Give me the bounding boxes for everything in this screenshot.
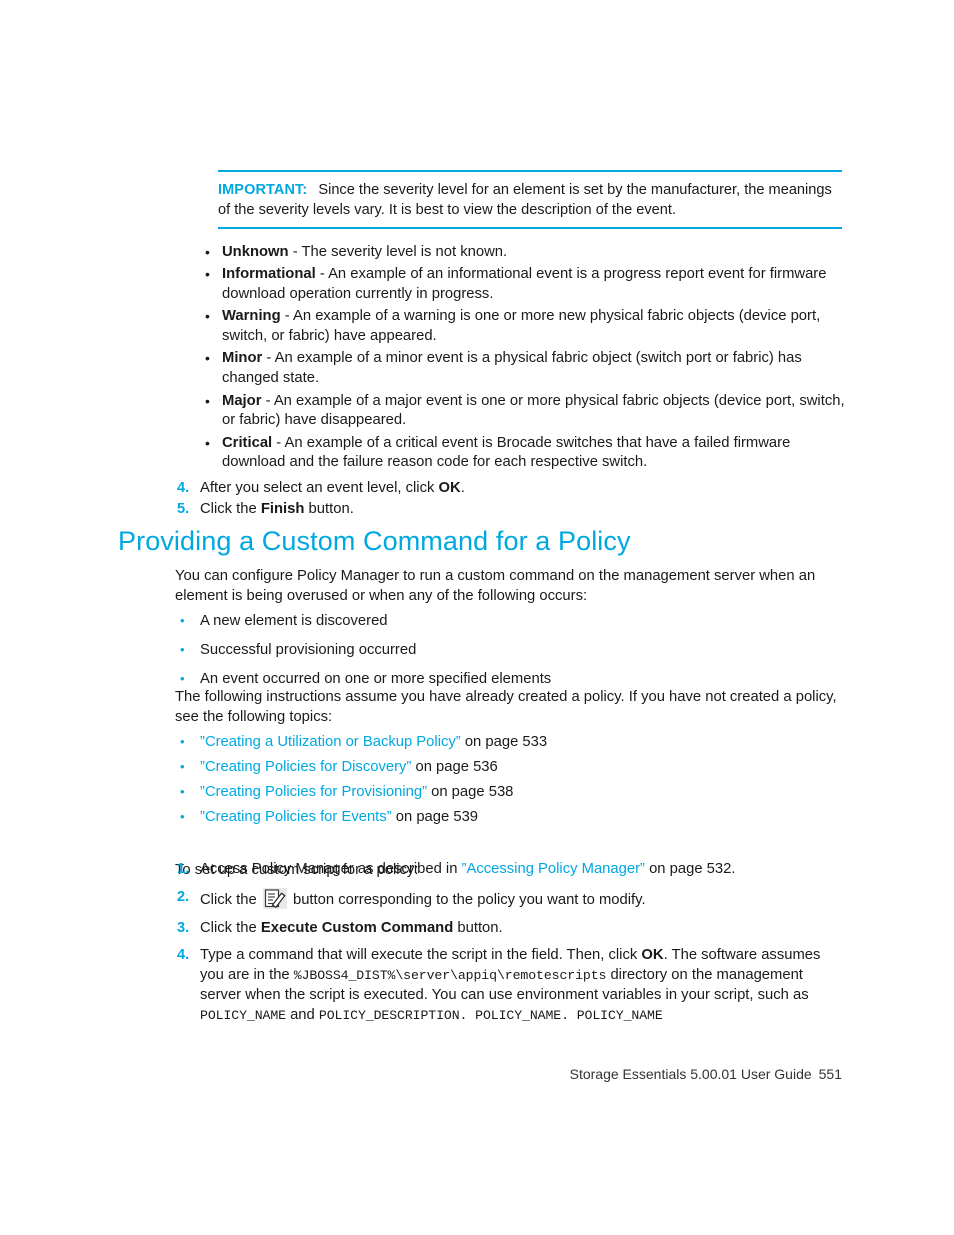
step-bold-term: OK xyxy=(641,947,664,964)
list-item: • Minor - An example of a minor event is … xyxy=(205,349,850,389)
severity-term: Unknown xyxy=(222,244,289,260)
step-text-pre: Access Policy Manager as described in xyxy=(200,861,462,877)
list-item: 5. Click the Finish button. xyxy=(177,500,842,520)
code-variable-policy-description: POLICY_DESCRIPTION. POLICY_NAME. POLICY_… xyxy=(318,1007,663,1023)
step-number: 4. xyxy=(177,480,190,496)
severity-term: Warning xyxy=(222,308,281,325)
list-item: • Major - An example of a major event is … xyxy=(205,392,850,432)
step-text-pre: Click the xyxy=(200,891,261,908)
list-item: 4. After you select an event level, click… xyxy=(177,479,842,499)
custom-script-steps: 1. Access Policy Manager as described in … xyxy=(177,860,842,1034)
bullet-icon: • xyxy=(205,350,210,367)
list-item-label: A new element is discovered xyxy=(200,613,388,629)
list-item: • Warning - An example of a warning is on… xyxy=(205,307,850,347)
list-item: • ”Creating Policies for Provisioning” on… xyxy=(180,783,840,803)
bullet-icon: • xyxy=(180,671,185,687)
severity-description: - An example of a warning is one or more… xyxy=(222,308,821,345)
step-text-post: on page 532. xyxy=(644,861,736,877)
step-text-pre: Click the xyxy=(200,501,261,518)
bullet-icon: • xyxy=(180,734,185,749)
xref-link[interactable]: Accessing Policy Manager xyxy=(466,861,640,877)
bullet-icon: • xyxy=(180,784,185,800)
xref-page-ref: on page 539 xyxy=(391,809,479,826)
list-item: 3. Click the Execute Custom Command butto… xyxy=(177,919,842,939)
step-text-post: . xyxy=(460,480,465,496)
bullet-icon: • xyxy=(205,308,210,325)
list-item: • Critical - An example of a critical eve… xyxy=(205,434,850,474)
occurs-list: • A new element is discovered • Successful… xyxy=(180,612,840,699)
list-item: • Successful provisioning occurred xyxy=(180,641,840,661)
page-title: Providing a Custom Command for a Policy xyxy=(118,526,631,556)
related-topics-list: • ”Creating a Utilization or Backup Polic… xyxy=(180,733,840,833)
severity-description: - An example of a major event is one or … xyxy=(222,392,845,429)
bullet-icon: • xyxy=(180,613,185,628)
step-number: 4. xyxy=(177,947,190,964)
step-text-pre: After you select an event level, click xyxy=(200,480,439,496)
important-label: IMPORTANT: xyxy=(218,182,308,198)
step-text-post: button. xyxy=(453,919,503,936)
step-bold-term: Execute Custom Command xyxy=(260,919,454,936)
bullet-icon: • xyxy=(180,759,185,775)
step-number: 5. xyxy=(177,501,190,518)
document-page: IMPORTANT: Since the severity level for a… xyxy=(0,0,954,1235)
severity-level-list: • Unknown - The severity level is not kno… xyxy=(205,243,850,476)
xref-page-ref: on page 533 xyxy=(460,734,548,750)
step-number: 2. xyxy=(177,888,190,905)
bullet-icon: • xyxy=(205,244,210,260)
event-level-steps: 4. After you select an event level, click… xyxy=(177,479,842,522)
footer-guide-title: Storage Essentials 5.00.01 User Guide xyxy=(569,1066,812,1082)
step-number: 1. xyxy=(177,861,190,877)
xref-link[interactable]: Creating Policies for Events xyxy=(205,809,387,825)
step-text-post: button. xyxy=(304,501,354,518)
step-number: 3. xyxy=(177,919,190,936)
bullet-icon: • xyxy=(180,809,185,825)
xref-link[interactable]: Creating Policies for Discovery xyxy=(205,759,406,775)
assumption-paragraph: The following instructions assume you ha… xyxy=(175,689,837,725)
list-item: • ”Creating Policies for Events” on page … xyxy=(180,808,840,828)
xref-page-ref: on page 536 xyxy=(411,759,498,776)
list-item: 4. Type a command that will execute the s… xyxy=(177,946,842,1025)
bullet-icon: • xyxy=(205,434,210,451)
list-item: • Informational - An example of an inform… xyxy=(205,265,850,305)
severity-description: - An example of a critical event is Broc… xyxy=(222,434,791,471)
important-text: Since the severity level for an element … xyxy=(218,182,832,218)
intro-paragraph: You can configure Policy Manager to run … xyxy=(175,568,816,604)
list-item: • Unknown - The severity level is not kno… xyxy=(205,243,850,263)
step-bold-term: OK xyxy=(438,480,461,496)
list-item: • An event occurred on one or more specif… xyxy=(180,670,840,690)
step-text-seg1: Type a command that will execute the scr… xyxy=(200,947,642,964)
step-text-seg4: and xyxy=(285,1006,319,1023)
xref-link[interactable]: Creating a Utilization or Backup Policy xyxy=(205,734,456,750)
code-path: %JBOSS4_DIST%\server\appiq\remotescripts xyxy=(293,968,607,984)
severity-description: - An example of a minor event is a physi… xyxy=(222,350,802,387)
list-item: 2. Click the button corresponding to the … xyxy=(177,887,842,911)
list-item: • A new element is discovered xyxy=(180,612,840,632)
xref-page-ref: on page 538 xyxy=(427,784,514,801)
bullet-icon: • xyxy=(205,392,210,409)
list-item-label: Successful provisioning occurred xyxy=(200,642,417,659)
edit-icon xyxy=(262,887,287,909)
xref-link[interactable]: Creating Policies for Provisioning xyxy=(205,784,422,800)
code-variable-policy-name: POLICY_NAME xyxy=(200,1007,286,1023)
list-item: • ”Creating a Utilization or Backup Polic… xyxy=(180,733,840,753)
list-item: • ”Creating Policies for Discovery” on pa… xyxy=(180,758,840,778)
bullet-icon: • xyxy=(205,266,210,283)
step-text-pre: Click the xyxy=(200,919,261,936)
severity-term: Major xyxy=(222,392,262,409)
severity-term: Minor xyxy=(222,350,263,367)
severity-term: Informational xyxy=(222,266,316,283)
page-footer: Storage Essentials 5.00.01 User Guide 551 xyxy=(400,1066,842,1082)
step-text-post: button corresponding to the policy you w… xyxy=(288,891,646,908)
list-item-label: An event occurred on one or more specifi… xyxy=(200,671,552,688)
severity-description: - The severity level is not known. xyxy=(292,244,508,260)
step-bold-term: Finish xyxy=(260,501,305,518)
footer-page-number: 551 xyxy=(818,1066,842,1082)
severity-term: Critical xyxy=(222,434,273,451)
important-admonition: IMPORTANT: Since the severity level for a… xyxy=(218,170,842,229)
list-item: 1. Access Policy Manager as described in … xyxy=(177,860,842,880)
bullet-icon: • xyxy=(180,642,185,658)
